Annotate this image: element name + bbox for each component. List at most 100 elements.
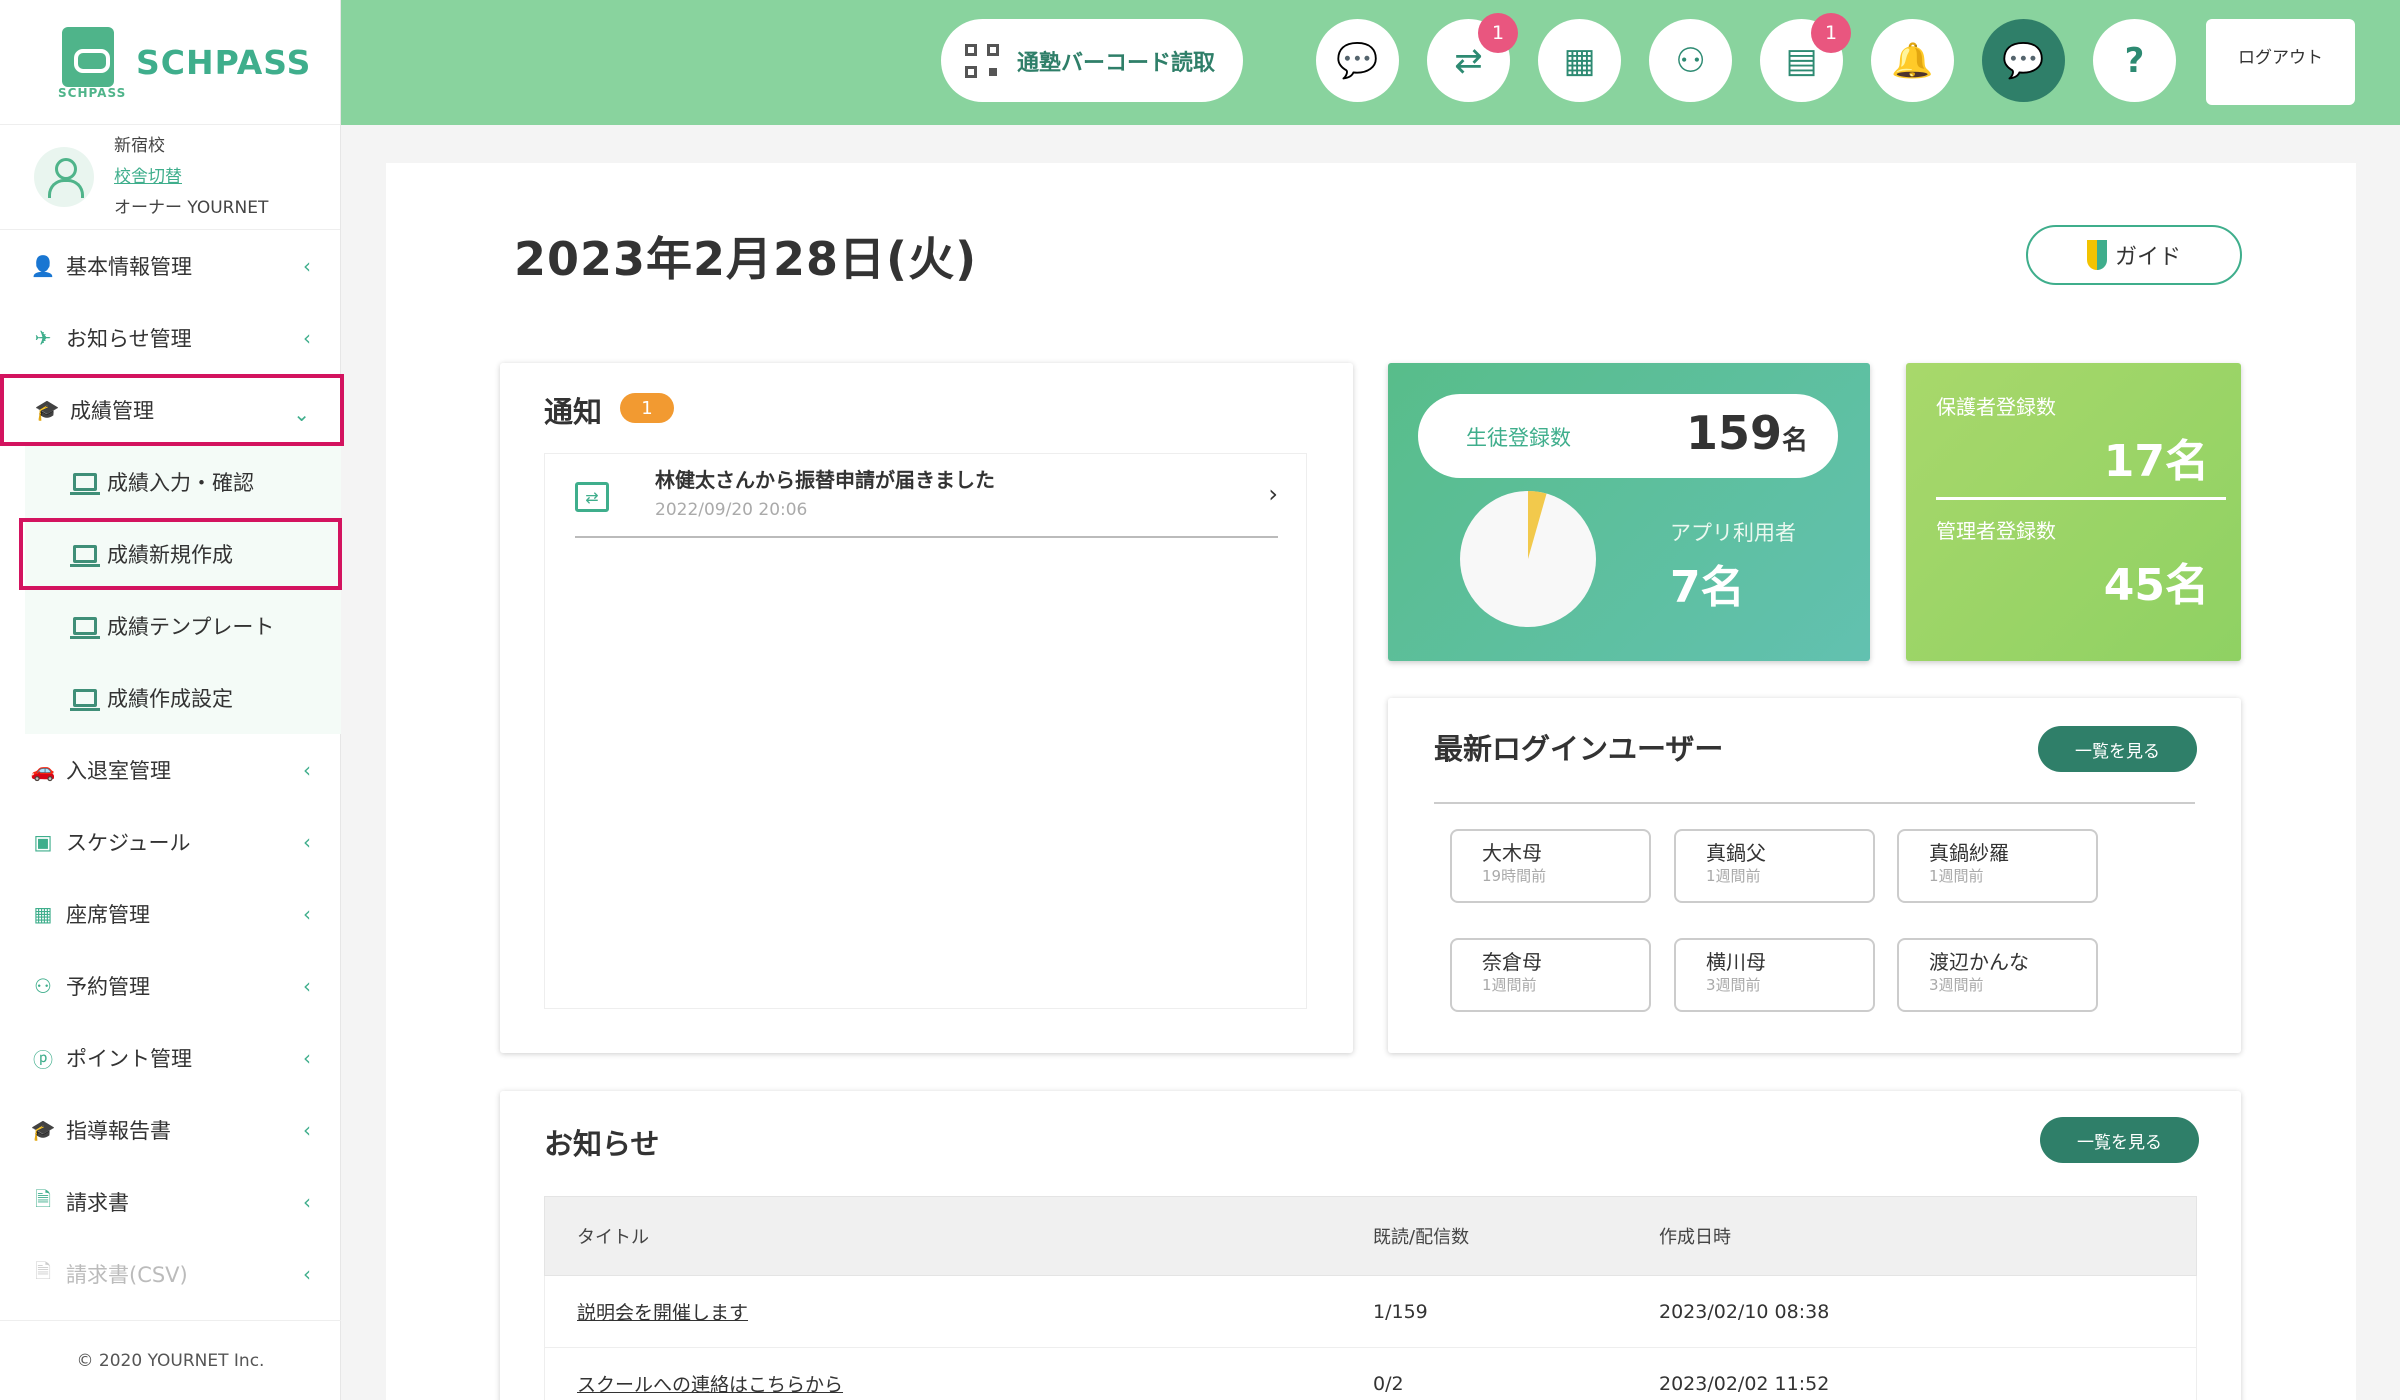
notification-date: 2022/09/20 20:06	[655, 500, 808, 520]
notification-item[interactable]: ⇄ 林健太さんから振替申請が届きました 2022/09/20 20:06 ›	[575, 454, 1278, 538]
news-title-link[interactable]: 説明会を開催します	[577, 1302, 748, 1324]
sidebar-item-label: 成績管理	[70, 399, 154, 423]
sidebar-item-notices[interactable]: ✈ お知らせ管理 ‹	[0, 302, 341, 374]
car-icon: 🚗	[30, 758, 56, 782]
divider	[1434, 802, 2195, 804]
sidebar-subitem-grade-template[interactable]: 成績テンプレート	[25, 590, 341, 662]
guide-button[interactable]: ガイド	[2026, 225, 2242, 285]
sidebar-item-attendance[interactable]: 🚗 入退室管理 ‹	[0, 734, 341, 806]
chevron-down-icon: ⌄	[293, 402, 310, 426]
news-title: お知らせ	[544, 1127, 660, 1161]
login-user-chip[interactable]: 横川母 3週間前	[1674, 938, 1875, 1012]
table-header: タイトル 既読/配信数 作成日時	[544, 1196, 2197, 1276]
chevron-left-icon: ‹	[303, 254, 311, 278]
guide-label: ガイド	[2114, 245, 2181, 270]
sidebar: SCHPASS SCHPASS 新宿校 校舎切替 オーナー YOURNET 👤 …	[0, 0, 344, 1400]
sidebar-item-reports[interactable]: 🎓 指導報告書 ‹	[0, 1094, 341, 1166]
recent-login-title: 最新ログインユーザー	[1434, 732, 1724, 766]
laptop-icon	[70, 617, 100, 639]
app-usage-pie	[1460, 491, 1596, 627]
sidebar-item-reservations[interactable]: ⚇ 予約管理 ‹	[0, 950, 341, 1022]
calendar-icon: ▦	[1563, 40, 1596, 81]
chevron-left-icon: ‹	[303, 758, 311, 782]
logout-button[interactable]: ログアウト	[2206, 19, 2355, 105]
chat-button[interactable]: 💬	[1316, 19, 1399, 102]
login-user-time: 1週間前	[1482, 976, 1537, 994]
login-user-chip[interactable]: 大木母 19時間前	[1450, 829, 1651, 903]
calendar-grid-icon: ▦	[33, 902, 53, 926]
sidebar-subitem-label: 成績作成設定	[107, 687, 233, 711]
sidebar-item-seats[interactable]: ▦ 座席管理 ‹	[0, 878, 341, 950]
sidebar-item-label: ポイント管理	[66, 1047, 192, 1071]
beginner-mark-icon	[2086, 240, 2107, 270]
teacher-icon: ⚇	[34, 974, 52, 998]
messages-button[interactable]: 💬	[1982, 19, 2065, 102]
transfer-arrows-icon: ⇄	[1454, 40, 1483, 81]
login-user-chip[interactable]: 渡辺かんな 3週間前	[1897, 938, 2098, 1012]
students-count: 159名	[1686, 406, 1808, 460]
sidebar-item-invoices-csv[interactable]: 🗎 請求書(CSV) ‹	[0, 1238, 341, 1310]
news-created-cell: 2023/02/02 11:52	[1659, 1372, 1830, 1395]
notifications-list: ⇄ 林健太さんから振替申請が届きました 2022/09/20 20:06 ›	[544, 453, 1307, 1009]
invoice-icon: 🗎	[34, 1187, 52, 1211]
help-button[interactable]: ?	[2093, 19, 2176, 102]
chat-bubble-icon: 💬	[1336, 40, 1379, 81]
sidebar-subitem-label: 成績新規作成	[107, 543, 233, 567]
sidebar-item-label: 座席管理	[66, 903, 150, 927]
sidebar-item-invoices[interactable]: 🗎 請求書 ‹	[0, 1166, 341, 1238]
logo[interactable]: SCHPASS SCHPASS	[0, 0, 340, 125]
recent-login-view-all-button[interactable]: 一覧を見る	[2038, 726, 2197, 772]
sidebar-item-grades[interactable]: 🎓 成績管理 ⌄	[0, 374, 344, 446]
students-label: 生徒登録数	[1466, 426, 1571, 450]
avatar	[34, 147, 94, 207]
bell-button[interactable]: 🔔	[1871, 19, 1954, 102]
sidebar-menu: 👤 基本情報管理 ‹ ✈ お知らせ管理 ‹ 🎓 成績管理 ⌄ 成績入力・確認 成…	[0, 230, 344, 1310]
transfer-button[interactable]: ⇄ 1	[1427, 13, 1518, 102]
laptop-icon	[70, 689, 100, 711]
school-switch-link[interactable]: 校舎切替	[114, 162, 268, 193]
sidebar-item-label: 入退室管理	[66, 759, 171, 783]
divider	[1936, 497, 2226, 500]
gift-icon: ▤	[1785, 40, 1818, 81]
grades-submenu: 成績入力・確認 成績新規作成 成績テンプレート 成績作成設定	[19, 446, 342, 734]
login-user-name: 真鍋父	[1706, 841, 1766, 865]
students-stats-card: 生徒登録数 159名 アプリ利用者 7名	[1388, 363, 1870, 661]
chevron-left-icon: ‹	[303, 974, 311, 998]
graduation-cap-icon: 🎓	[34, 398, 60, 422]
column-header-created: 作成日時	[1659, 1227, 1731, 1248]
sidebar-subitem-grade-input[interactable]: 成績入力・確認	[25, 446, 341, 518]
gift-button[interactable]: ▤ 1	[1760, 13, 1851, 102]
topbar: 通塾バーコード読取 💬 ⇄ 1 ▦ ⚇ ▤ 1 🔔 💬 ? ログアウト	[341, 0, 2400, 125]
sidebar-subitem-grade-settings[interactable]: 成績作成設定	[25, 662, 341, 734]
sidebar-item-label: 指導報告書	[66, 1119, 171, 1143]
sidebar-subitem-label: 成績入力・確認	[107, 471, 254, 495]
sidebar-item-points[interactable]: ⓟ ポイント管理 ‹	[0, 1022, 341, 1094]
barcode-scan-label: 通塾バーコード読取	[1017, 50, 1216, 76]
sidebar-item-schedule[interactable]: ▣ スケジュール ‹	[0, 806, 341, 878]
notification-text: 林健太さんから振替申請が届きました	[655, 468, 995, 492]
question-icon: ?	[2124, 40, 2145, 81]
main-content: 2023年2月28日(火) ガイド 通知 1 ⇄ 林健太さんから振替申請が届きま…	[386, 163, 2356, 1400]
interview-button[interactable]: ⚇	[1649, 19, 1732, 102]
barcode-scan-button[interactable]: 通塾バーコード読取	[941, 19, 1243, 102]
news-table: タイトル 既読/配信数 作成日時 説明会を開催します 1/159 2023/02…	[544, 1196, 2197, 1400]
admins-count: 45名	[2103, 560, 2209, 611]
news-view-all-button[interactable]: 一覧を見る	[2040, 1117, 2199, 1163]
login-user-name: 横川母	[1706, 950, 1766, 974]
column-header-title: タイトル	[577, 1227, 649, 1248]
login-user-chip[interactable]: 真鍋紗羅 1週間前	[1897, 829, 2098, 903]
login-user-chip[interactable]: 真鍋父 1週間前	[1674, 829, 1875, 903]
chevron-right-icon: ›	[1268, 480, 1278, 508]
points-icon: ⓟ	[33, 1047, 53, 1072]
laptop-icon	[70, 545, 100, 567]
news-read-cell: 0/2	[1373, 1372, 1404, 1395]
notifications-count-badge: 1	[620, 393, 674, 423]
news-title-link[interactable]: スクールへの連絡はこちらから	[577, 1374, 843, 1396]
sidebar-item-basic-info[interactable]: 👤 基本情報管理 ‹	[0, 230, 341, 302]
login-user-name: 大木母	[1482, 841, 1542, 865]
calendar-check-icon: ▣	[33, 830, 53, 854]
login-user-chip[interactable]: 奈倉母 1週間前	[1450, 938, 1651, 1012]
calendar-button[interactable]: ▦	[1538, 19, 1621, 102]
logo-small-text: SCHPASS	[58, 86, 127, 100]
sidebar-subitem-grade-new[interactable]: 成績新規作成	[19, 518, 342, 590]
